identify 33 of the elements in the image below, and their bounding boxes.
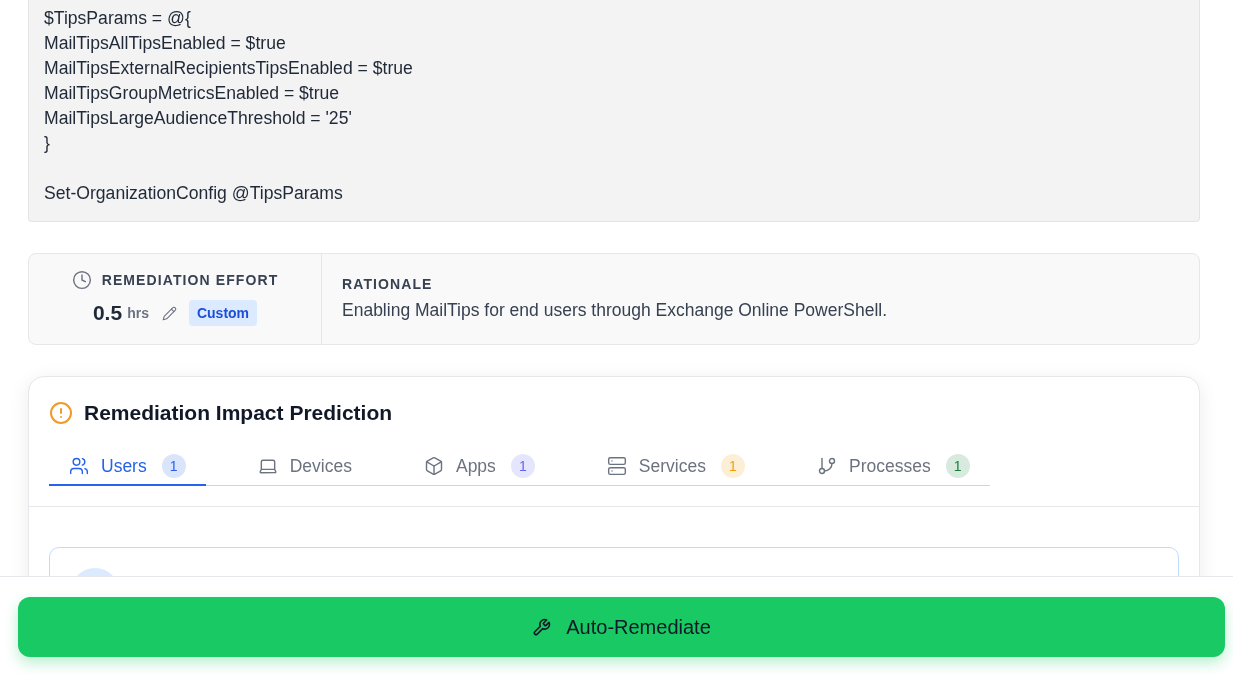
count-badge: 1 bbox=[720, 454, 745, 478]
code-line: } bbox=[44, 132, 50, 155]
count-badge: 1 bbox=[945, 454, 970, 478]
tab[interactable]: Apps 1 bbox=[403, 447, 555, 486]
code-line: MailTipsLargeAudienceThreshold = '25' bbox=[44, 107, 352, 130]
server-icon bbox=[606, 456, 627, 476]
tab[interactable]: Users 1 bbox=[49, 447, 206, 486]
code-line: MailTipsGroupMetricsEnabled = $true bbox=[44, 82, 340, 105]
users-icon bbox=[69, 456, 89, 476]
count-badge: 1 bbox=[161, 454, 186, 478]
tab[interactable]: Services 1 bbox=[586, 447, 765, 486]
code-line: MailTipsExternalRecipientsTipsEnabled = $true bbox=[44, 57, 413, 80]
branch-icon bbox=[816, 456, 837, 476]
laptop-icon bbox=[257, 456, 278, 476]
effort-value: 0.5 bbox=[92, 301, 123, 325]
code-line: MailTipsAllTipsEnabled = $true bbox=[44, 32, 286, 55]
effort-label: REMEDIATION EFFORT bbox=[101, 272, 279, 288]
tab[interactable]: Devices bbox=[237, 447, 372, 486]
pencil-icon[interactable] bbox=[161, 305, 177, 321]
wrench-icon bbox=[532, 617, 552, 637]
rationale-label: RATIONALE bbox=[342, 276, 433, 292]
clock-icon bbox=[71, 270, 92, 290]
rationale-text: Enabling MailTips for end users through Exchange Online PowerShell. bbox=[342, 299, 888, 321]
impact-title: Remediation Impact Prediction bbox=[84, 401, 393, 425]
cube-icon bbox=[423, 456, 444, 476]
count-badge: 1 bbox=[510, 454, 535, 478]
code-line: $TipsParams = @{ bbox=[44, 7, 191, 30]
custom-tag: Custom bbox=[188, 300, 258, 326]
code-line: Set-OrganizationConfig @TipsParams bbox=[44, 182, 343, 205]
tab[interactable]: Processes 1 bbox=[796, 447, 990, 486]
alert-icon bbox=[49, 401, 73, 425]
auto-remediate-button[interactable]: Auto-Remediate bbox=[18, 597, 1225, 657]
effort-unit: hrs bbox=[127, 305, 149, 321]
